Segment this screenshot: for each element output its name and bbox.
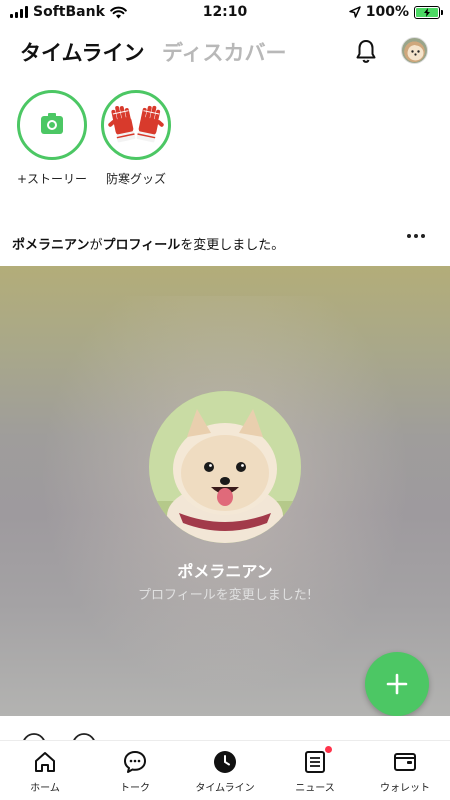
location-arrow-icon bbox=[348, 6, 361, 18]
nav-chat[interactable]: トーク bbox=[90, 749, 180, 794]
tab-timeline[interactable]: タイムライン bbox=[20, 37, 145, 67]
bell-icon bbox=[356, 40, 376, 63]
create-post-button[interactable] bbox=[365, 652, 429, 716]
timeline-header: タイムライン ディスカバー bbox=[0, 26, 450, 76]
nav-timeline[interactable]: タイムライン bbox=[180, 749, 270, 794]
story-add-circle[interactable] bbox=[17, 90, 87, 160]
stories-row: +ストーリー 防寒グッズ bbox=[0, 88, 450, 198]
post-more-button[interactable] bbox=[402, 226, 430, 246]
post-author-name[interactable]: ポメラニアン bbox=[12, 238, 89, 253]
pet-card-subtitle: プロフィールを変更しました! bbox=[138, 588, 312, 603]
story-add-label: +ストーリー bbox=[16, 172, 88, 186]
battery-percent: 100% bbox=[365, 4, 409, 20]
gloves-image bbox=[108, 105, 164, 143]
pet-card-name: ポメラニアン bbox=[177, 562, 273, 581]
charging-bolt-icon bbox=[424, 7, 430, 17]
pet-profile-photo[interactable] bbox=[149, 391, 301, 543]
nav-news[interactable]: ニュース bbox=[270, 746, 360, 794]
wallet-icon bbox=[394, 753, 416, 771]
plus-icon bbox=[386, 673, 408, 695]
more-dot-icon bbox=[421, 234, 425, 238]
pomeranian-photo bbox=[149, 391, 301, 543]
post-message-part: が bbox=[89, 238, 103, 253]
dog-face-icon bbox=[407, 45, 424, 61]
bottom-navigation: ホーム トーク タイムライン ニュース ウォレット bbox=[0, 740, 450, 800]
post-message-part: を変更しました。 bbox=[180, 238, 285, 253]
nav-home[interactable]: ホーム bbox=[0, 749, 90, 794]
clock-icon bbox=[214, 751, 236, 773]
story-item[interactable]: 防寒グッズ bbox=[91, 88, 181, 187]
nav-wallet-label: ウォレット bbox=[380, 783, 430, 794]
home-icon bbox=[35, 752, 55, 772]
nav-chat-label: トーク bbox=[120, 783, 150, 794]
camera-icon bbox=[41, 113, 63, 134]
status-bar: SoftBank 12:10 100% bbox=[0, 0, 450, 26]
post-activity-text: ポメラニアンがプロフィールを変更しました。 bbox=[12, 234, 284, 253]
notification-button[interactable] bbox=[354, 38, 378, 64]
tab-discover[interactable]: ディスカバー bbox=[162, 37, 287, 67]
battery-icon bbox=[414, 5, 443, 19]
status-right: 100% bbox=[348, 4, 443, 20]
story-item-label: 防寒グッズ bbox=[105, 172, 166, 186]
nav-wallet[interactable]: ウォレット bbox=[360, 749, 450, 794]
nav-home-label: ホーム bbox=[30, 783, 60, 794]
post-profile-word: プロフィール bbox=[102, 238, 181, 253]
chat-icon bbox=[124, 751, 146, 773]
news-badge-dot bbox=[325, 746, 332, 753]
news-icon bbox=[305, 751, 325, 773]
profile-avatar[interactable] bbox=[401, 37, 428, 64]
more-dot-icon bbox=[407, 234, 411, 238]
nav-news-label: ニュース bbox=[295, 783, 335, 794]
post-media-card[interactable]: ポメラニアン プロフィールを変更しました! bbox=[0, 266, 450, 716]
nav-timeline-label: タイムライン bbox=[195, 783, 255, 794]
story-thumbnail[interactable] bbox=[101, 90, 171, 160]
more-dot-icon bbox=[414, 234, 418, 238]
story-add[interactable]: +ストーリー bbox=[7, 88, 97, 187]
